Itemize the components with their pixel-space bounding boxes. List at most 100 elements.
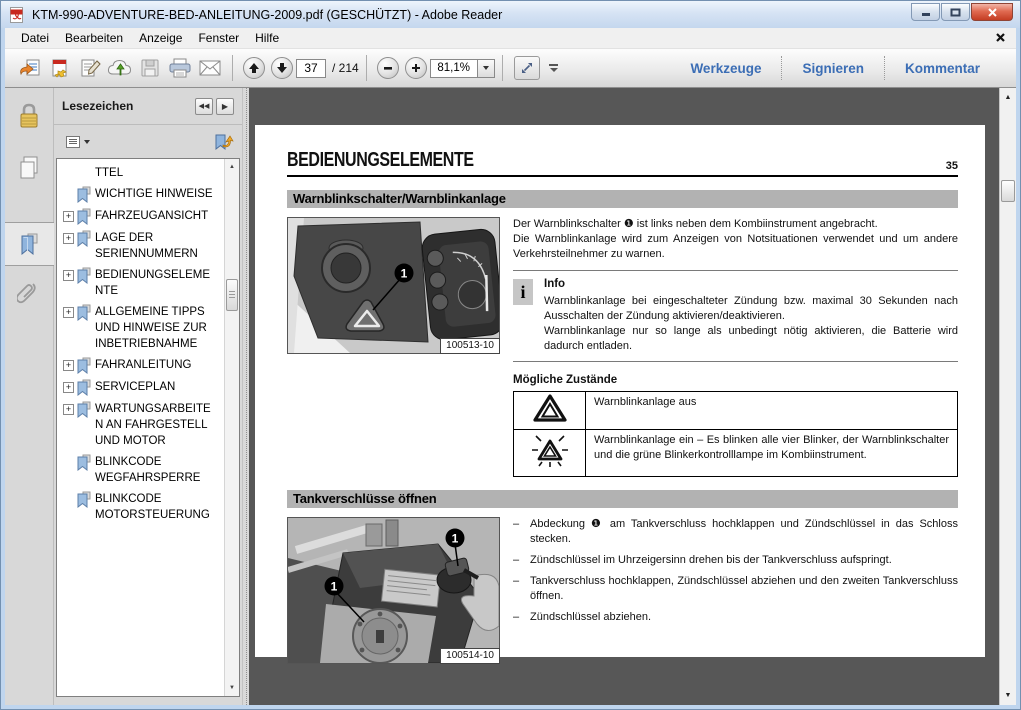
hazard-off-icon xyxy=(532,393,568,423)
menubar-close-icon[interactable] xyxy=(995,32,1006,43)
states-title: Mögliche Zustände xyxy=(513,373,958,388)
panel-forward-button[interactable]: ▶ xyxy=(216,98,234,115)
document-scrollbar[interactable]: ▲ ▼ xyxy=(999,88,1016,705)
scroll-up-icon[interactable]: ▲ xyxy=(225,160,239,174)
bookmarks-scrollbar[interactable]: ▲ ▼ xyxy=(224,159,239,696)
bookmark-item[interactable]: SERVICEPLAN xyxy=(63,379,223,396)
fill-sign-button[interactable] xyxy=(75,54,105,82)
werkzeuge-pane-button[interactable]: Werkzeuge xyxy=(686,61,765,76)
panel-title: Lesezeichen xyxy=(62,99,133,113)
save-icon xyxy=(140,58,160,78)
toolbar-separator xyxy=(366,55,367,81)
scrollbar-thumb[interactable] xyxy=(1001,180,1015,202)
bookmark-label: TTEL xyxy=(95,165,213,181)
zoom-in-button[interactable] xyxy=(405,57,427,79)
scrollbar-thumb[interactable] xyxy=(226,279,238,311)
figure-tank-caps: 1 1 100514-10 xyxy=(287,517,500,664)
adobe-pdf-icon xyxy=(9,7,26,23)
close-button[interactable] xyxy=(971,3,1013,21)
bookmark-label: BLINKCODE WEGFAHRSPERRE xyxy=(95,454,213,486)
maximize-button[interactable] xyxy=(941,3,970,21)
menu-datei[interactable]: Datei xyxy=(13,29,57,47)
bookmark-item[interactable]: LAGE DER SERIENNUMMERN xyxy=(63,230,223,262)
bookmark-item[interactable]: ALLGEMEINE TIPPS UND HINWEISE ZUR INBETR… xyxy=(63,304,223,352)
expand-plus-icon[interactable] xyxy=(63,382,74,393)
expand-plus-icon[interactable] xyxy=(63,360,74,371)
bookmark-item[interactable]: TTEL xyxy=(63,165,223,181)
create-pdf-button[interactable] xyxy=(45,54,75,82)
scroll-down-icon[interactable]: ▼ xyxy=(1000,688,1016,703)
menu-hilfe[interactable]: Hilfe xyxy=(247,29,287,47)
bookmark-item[interactable]: WARTUNGSARBEITEN AN FAHRGESTELL UND MOTO… xyxy=(63,401,223,449)
bullet-text: Abdeckung ❶ am Tankverschluss hochklappe… xyxy=(530,517,958,547)
security-settings-tab[interactable] xyxy=(5,94,54,138)
bookmarks-tab[interactable] xyxy=(5,222,54,266)
scrolling-mode-button[interactable] xyxy=(514,56,540,80)
chevron-down-icon xyxy=(550,68,558,72)
email-button[interactable] xyxy=(195,54,225,82)
list-item: Tankverschluss hochklappen, Zündschlüsse… xyxy=(513,574,958,604)
share-upload-button[interactable] xyxy=(105,54,135,82)
bookmark-options-button[interactable] xyxy=(62,133,94,151)
menu-anzeige[interactable]: Anzeige xyxy=(131,29,190,47)
bookmark-item[interactable]: FAHRANLEITUNG xyxy=(63,357,223,374)
page-number-input[interactable] xyxy=(296,59,326,78)
menu-bearbeiten[interactable]: Bearbeiten xyxy=(57,29,131,47)
expand-plus-icon[interactable] xyxy=(63,270,74,281)
state-text: Warnblinkanlage aus xyxy=(586,392,958,430)
previous-page-button[interactable] xyxy=(243,57,265,79)
email-icon xyxy=(198,59,222,77)
print-icon xyxy=(168,58,192,78)
kommentar-pane-button[interactable]: Kommentar xyxy=(901,61,984,76)
bookmark-item[interactable]: FAHRZEUGANSICHT xyxy=(63,208,223,225)
zoom-out-button[interactable] xyxy=(377,57,399,79)
page-title: BEDIENUNGSELEMENTE xyxy=(287,149,474,172)
hazard-on-icon xyxy=(530,433,570,469)
upload-cloud-icon xyxy=(107,58,133,78)
zoom-level-value[interactable]: 81,1% xyxy=(430,59,478,78)
menu-fenster[interactable]: Fenster xyxy=(190,29,247,47)
expand-current-bookmark-button[interactable] xyxy=(214,133,234,151)
bookmark-flag-icon xyxy=(77,267,91,284)
page-thumbnails-tab[interactable] xyxy=(5,146,54,190)
minimize-icon xyxy=(921,8,931,17)
bookmark-label: FAHRANLEITUNG xyxy=(95,357,213,373)
print-button[interactable] xyxy=(165,54,195,82)
bookmark-item[interactable]: BLINKCODE WEGFAHRSPERRE xyxy=(63,454,223,486)
bookmark-flag-icon xyxy=(77,491,91,508)
signieren-pane-button[interactable]: Signieren xyxy=(798,61,868,76)
expand-plus-icon[interactable] xyxy=(63,211,74,222)
dash-bullet xyxy=(513,517,530,547)
bullet-text: Zündschlüssel im Uhrzeigersinn drehen bi… xyxy=(530,553,958,568)
scroll-up-icon[interactable]: ▲ xyxy=(1000,90,1016,105)
table-row: Warnblinkanlage aus xyxy=(514,392,958,430)
scroll-down-icon[interactable]: ▼ xyxy=(225,681,239,695)
open-file-button[interactable] xyxy=(15,54,45,82)
next-page-button[interactable] xyxy=(271,57,293,79)
bookmark-item[interactable]: WICHTIGE HINWEISE xyxy=(63,186,223,203)
save-button[interactable] xyxy=(135,54,165,82)
bookmark-item[interactable]: BEDIENUNGSELEMENTE xyxy=(63,267,223,299)
bookmark-flag-icon xyxy=(77,454,91,471)
title-bar[interactable]: KTM-990-ADVENTURE-BED-ANLEITUNG-2009.pdf… xyxy=(1,1,1020,28)
expand-plus-icon[interactable] xyxy=(63,233,74,244)
bookmark-label: BEDIENUNGSELEMENTE xyxy=(95,267,213,299)
bookmarks-panel-header: Lesezeichen ◀◀ ▶ xyxy=(54,88,242,125)
attachments-tab[interactable] xyxy=(5,272,54,316)
expand-plus-icon[interactable] xyxy=(63,307,74,318)
panel-resize-handle[interactable] xyxy=(242,88,249,705)
document-pane[interactable]: BEDIENUNGSELEMENTE 35 Warnblinkschalter/… xyxy=(249,88,999,705)
list-item: Abdeckung ❶ am Tankverschluss hochklappe… xyxy=(513,517,958,547)
bookmark-flag-icon xyxy=(77,186,91,203)
expand-plus-icon[interactable] xyxy=(63,404,74,415)
toolbar-overflow-button[interactable] xyxy=(546,56,562,80)
minimize-button[interactable] xyxy=(911,3,940,21)
collapse-panel-button[interactable]: ◀◀ xyxy=(195,98,213,115)
section-title-bar: Tankverschlüsse öffnen xyxy=(287,490,958,508)
bookmark-item[interactable]: BLINKCODE MOTORSTEUERUNG xyxy=(63,491,223,523)
zoom-dropdown-button[interactable] xyxy=(478,59,495,78)
bookmark-label: FAHRZEUGANSICHT xyxy=(95,208,213,224)
pane-separator xyxy=(781,56,782,80)
bookmark-flag-icon xyxy=(77,208,91,225)
toolbar-separator xyxy=(232,55,233,81)
